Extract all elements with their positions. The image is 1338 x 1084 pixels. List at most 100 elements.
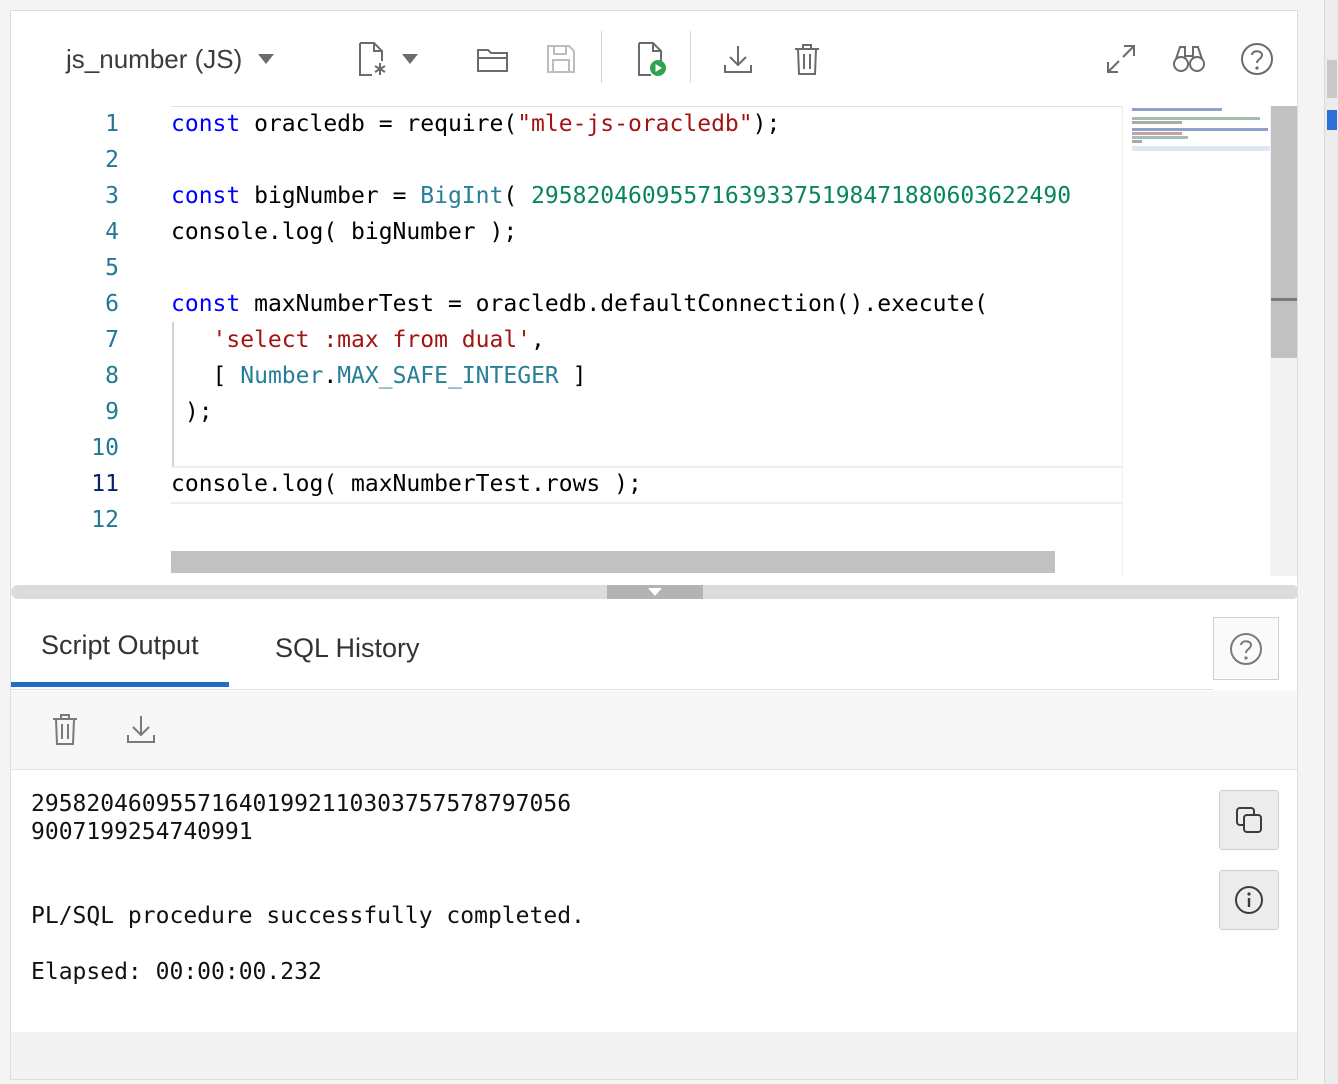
horizontal-scrollbar[interactable] — [171, 551, 1055, 573]
download-output-button[interactable] — [121, 709, 161, 749]
new-file-icon — [356, 41, 388, 77]
minimap-line — [1132, 136, 1188, 139]
code-line-1: const oracledb = require("mle-js-oracled… — [171, 106, 780, 142]
minimap-line — [1132, 140, 1142, 143]
output-line: 295820460955716401992110303757578797056 — [31, 791, 572, 817]
help-button[interactable] — [1237, 39, 1277, 79]
line-number: 10 — [91, 435, 119, 461]
code-line-4: console.log( bigNumber ); — [171, 214, 517, 250]
line-number: 2 — [105, 147, 119, 173]
line-number: 3 — [105, 183, 119, 209]
code-line-11: console.log( maxNumberTest.rows ); — [171, 466, 642, 502]
output-help-button[interactable] — [1213, 617, 1279, 680]
chevron-down-icon — [258, 54, 275, 64]
minimap-line — [1132, 108, 1222, 111]
tab-script-output[interactable]: Script Output — [11, 609, 229, 687]
save-button[interactable] — [541, 39, 581, 79]
code-text: [ — [212, 363, 241, 389]
binoculars-icon — [1172, 44, 1206, 74]
page-scrollbar-marker — [1327, 110, 1337, 130]
toolbar-divider — [690, 31, 691, 83]
code-text: ); — [752, 111, 781, 137]
save-icon — [546, 44, 576, 74]
output-tabs: Script Output SQL History — [11, 609, 1213, 690]
code-text: maxNumberTest = oracledb.defaultConnecti… — [240, 291, 988, 317]
line-number: 12 — [91, 507, 119, 533]
download-button[interactable] — [718, 39, 758, 79]
code-line-7: 'select :max from dual', — [171, 322, 545, 358]
copy-output-button[interactable] — [1219, 790, 1279, 850]
script-output-area[interactable]: 295820460955716401992110303757578797056 … — [11, 770, 1297, 1032]
minimap-line — [1132, 146, 1270, 151]
code-text: bigNumber = — [240, 183, 421, 209]
line-number-active: 11 — [91, 471, 119, 497]
clear-output-button[interactable] — [45, 709, 85, 749]
tab-label: SQL History — [275, 632, 420, 663]
line-number: 6 — [105, 291, 119, 317]
line-number: 4 — [105, 219, 119, 245]
help-icon — [1240, 42, 1274, 76]
code-text: console.log( maxNumberTest.rows ); — [171, 471, 642, 497]
open-button[interactable] — [473, 39, 513, 79]
type-name: Number — [240, 363, 324, 389]
output-line: 9007199254740991 — [31, 819, 253, 845]
scrollbar-cursor-marker — [1271, 298, 1297, 301]
keyword: const — [171, 183, 241, 209]
open-folder-icon — [476, 44, 510, 74]
collapse-handle[interactable] — [607, 585, 703, 599]
keyword: const — [171, 111, 241, 137]
line-number: 8 — [105, 363, 119, 389]
type-name: BigInt — [420, 183, 504, 209]
code-text: , — [531, 327, 545, 353]
code-line-3: const bigNumber = BigInt( 29582046095571… — [171, 178, 1071, 214]
document-selector[interactable]: js_number (JS) — [66, 39, 275, 79]
find-button[interactable] — [1169, 39, 1209, 79]
minimap-line — [1132, 128, 1268, 131]
code-text: ); — [171, 399, 213, 425]
page-scrollbar[interactable] — [1324, 0, 1338, 1084]
code-text: ] — [558, 363, 587, 389]
download-icon — [125, 713, 157, 745]
tab-sql-history[interactable]: SQL History — [275, 609, 420, 687]
minimap[interactable] — [1122, 106, 1271, 576]
tab-label: Script Output — [41, 630, 199, 660]
minimap-line — [1132, 121, 1182, 124]
toolbar-divider — [601, 31, 602, 83]
line-number-gutter: 1 2 3 4 5 6 7 8 9 10 11 12 — [11, 106, 171, 576]
page-scrollbar-thumb[interactable] — [1327, 60, 1337, 98]
copy-icon — [1234, 805, 1264, 835]
trash-icon — [51, 712, 79, 746]
property-name: MAX_SAFE_INTEGER — [337, 363, 559, 389]
info-button[interactable] — [1219, 870, 1279, 930]
run-script-icon — [635, 41, 667, 77]
code-line-9: ); — [171, 394, 213, 430]
code-line-8: [ Number.MAX_SAFE_INTEGER ] — [171, 358, 587, 394]
expand-icon — [1105, 43, 1137, 75]
code-text: console.log( bigNumber ); — [171, 219, 518, 245]
code-line-6: const maxNumberTest = oracledb.defaultCo… — [171, 286, 988, 322]
code-lines[interactable]: const oracledb = require("mle-js-oracled… — [171, 106, 1121, 576]
minimap-line — [1132, 132, 1182, 135]
minimap-line — [1132, 117, 1260, 120]
chevron-down-icon — [402, 54, 418, 64]
trash-icon — [793, 42, 821, 76]
output-toolbar — [11, 691, 1297, 770]
vertical-scrollbar[interactable] — [1271, 106, 1297, 358]
output-line: Elapsed: 00:00:00.232 — [31, 959, 322, 985]
collapse-arrow-icon — [648, 588, 662, 596]
number-literal: 295820460955716393375198471880603622490 — [531, 183, 1072, 209]
code-editor[interactable]: 1 2 3 4 5 6 7 8 9 10 11 12 const oracled… — [11, 106, 1297, 576]
code-text: oracledb = require( — [240, 111, 518, 137]
code-text: . — [323, 363, 338, 389]
new-file-button[interactable] — [356, 39, 426, 79]
line-number: 5 — [105, 255, 119, 281]
line-number: 9 — [105, 399, 119, 425]
expand-button[interactable] — [1101, 39, 1141, 79]
code-text: ( — [503, 183, 532, 209]
clear-button[interactable] — [787, 39, 827, 79]
worksheet-panel: js_number (JS) 1 2 3 4 5 6 7 8 9 10 11 1… — [10, 10, 1298, 1080]
string-literal: "mle-js-oracledb" — [517, 111, 753, 137]
run-script-button[interactable] — [631, 39, 671, 79]
